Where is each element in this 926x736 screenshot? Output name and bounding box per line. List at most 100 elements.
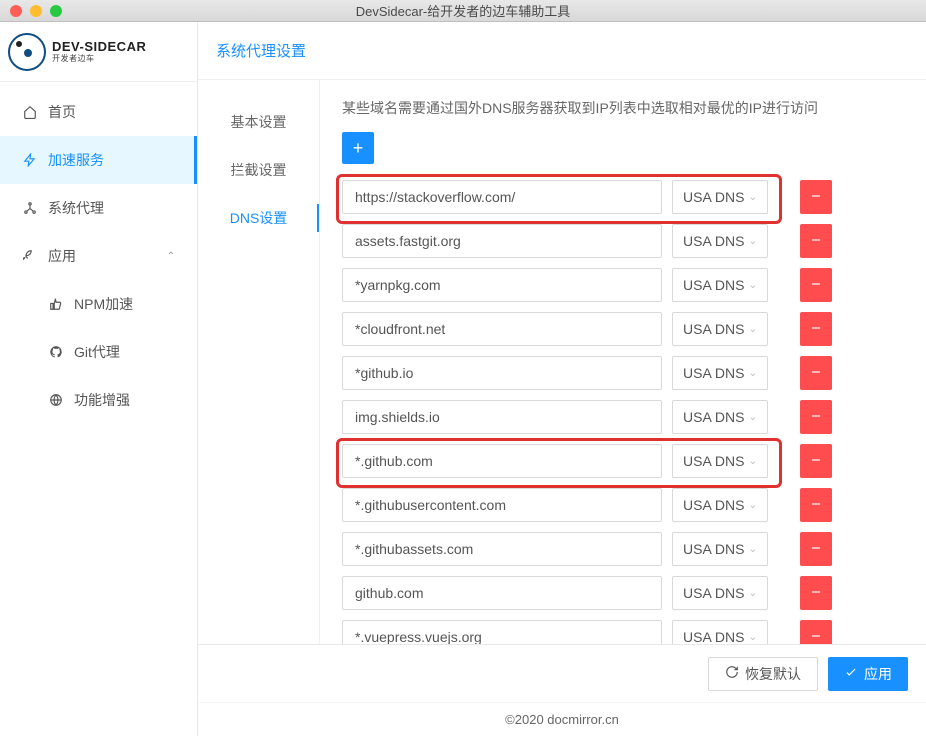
close-icon[interactable] <box>10 5 22 17</box>
domain-input[interactable] <box>342 356 662 390</box>
tab-basic[interactable]: 基本设置 <box>198 98 319 146</box>
delete-button[interactable] <box>800 224 832 258</box>
dns-select-label: USA DNS <box>683 453 744 469</box>
tab-intercept[interactable]: 拦截设置 <box>198 146 319 194</box>
add-button[interactable]: + <box>342 132 374 164</box>
dns-select-label: USA DNS <box>683 365 744 381</box>
minus-icon <box>809 541 823 558</box>
nav-enhance[interactable]: 功能增强 <box>0 376 197 424</box>
dns-select-label: USA DNS <box>683 629 744 644</box>
nav-label: 系统代理 <box>48 198 104 218</box>
nav-npm[interactable]: NPM加速 <box>0 280 197 328</box>
domain-input[interactable] <box>342 488 662 522</box>
domain-input[interactable] <box>342 576 662 610</box>
domain-input[interactable] <box>342 224 662 258</box>
delete-button[interactable] <box>800 180 832 214</box>
nav-home[interactable]: 首页 <box>0 88 197 136</box>
domain-input[interactable] <box>342 620 662 644</box>
chevron-down-icon: ⌄ <box>749 588 757 599</box>
delete-button[interactable] <box>800 312 832 346</box>
minimize-icon[interactable] <box>30 5 42 17</box>
minus-icon <box>809 585 823 602</box>
delete-button[interactable] <box>800 268 832 302</box>
domain-input[interactable] <box>342 268 662 302</box>
minus-icon <box>809 629 823 645</box>
nav-accel[interactable]: 加速服务 <box>0 136 197 184</box>
delete-button[interactable] <box>800 576 832 610</box>
rocket-icon <box>22 249 38 263</box>
footer-bar: 恢复默认 应用 <box>198 644 926 702</box>
thumbs-up-icon <box>48 297 64 311</box>
tab-dns[interactable]: DNS设置 <box>198 194 319 242</box>
delete-button[interactable] <box>800 356 832 390</box>
delete-button[interactable] <box>800 620 832 644</box>
page-title: 系统代理设置 <box>198 22 926 80</box>
delete-button[interactable] <box>800 488 832 522</box>
domain-input[interactable] <box>342 180 662 214</box>
minus-icon <box>809 409 823 426</box>
delete-button[interactable] <box>800 532 832 566</box>
minus-icon <box>809 277 823 294</box>
dns-select[interactable]: USA DNS⌄ <box>672 268 768 302</box>
nav-label: 加速服务 <box>48 150 104 170</box>
reset-button[interactable]: 恢复默认 <box>708 657 818 691</box>
minus-icon <box>809 365 823 382</box>
nav-label: NPM加速 <box>74 294 133 314</box>
dns-select-label: USA DNS <box>683 585 744 601</box>
maximize-icon[interactable] <box>50 5 62 17</box>
domain-input[interactable] <box>342 312 662 346</box>
dns-select[interactable]: USA DNS⌄ <box>672 620 768 644</box>
chevron-down-icon: ⌄ <box>749 412 757 423</box>
minus-icon <box>809 321 823 338</box>
minus-icon <box>809 453 823 470</box>
nav-git[interactable]: Git代理 <box>0 328 197 376</box>
apply-button[interactable]: 应用 <box>828 657 908 691</box>
chevron-up-icon: ⌃ <box>167 251 175 262</box>
nav-label: 首页 <box>48 102 76 122</box>
dns-select[interactable]: USA DNS⌄ <box>672 400 768 434</box>
tabs: 基本设置 拦截设置 DNS设置 <box>198 80 320 644</box>
dns-select-label: USA DNS <box>683 321 744 337</box>
dns-select-label: USA DNS <box>683 233 744 249</box>
titlebar: DevSidecar-给开发者的边车辅助工具 <box>0 0 926 22</box>
dns-select[interactable]: USA DNS ⌄ <box>672 356 768 390</box>
dns-rows: USA DNS ⌄ USA DNS ⌄ USA DNS ⌄ USA DNS ⌄ USA DNS ⌄… <box>342 180 904 644</box>
domain-input[interactable] <box>342 400 662 434</box>
logo-icon <box>8 33 46 71</box>
dns-row: USA DNS ⌄ <box>342 356 904 390</box>
dns-select[interactable]: USA DNS⌄ <box>672 488 768 522</box>
delete-button[interactable] <box>800 444 832 478</box>
dns-row: USA DNS⌄ <box>342 180 904 214</box>
nav-apps[interactable]: 应用 ⌃ <box>0 232 197 280</box>
nav-label: 功能增强 <box>74 390 130 410</box>
dns-row: USA DNS ⌄ <box>342 576 904 610</box>
dns-row: USA DNS⌄ <box>342 400 904 434</box>
dns-select[interactable]: USA DNS⌄ <box>672 532 768 566</box>
content: 某些域名需要通过国外DNS服务器获取到IP列表中选取相对最优的IP进行访问 + … <box>320 80 926 644</box>
chevron-down-icon: ⌄ <box>749 192 757 203</box>
dns-select[interactable]: USA DNS ⌄ <box>672 576 768 610</box>
domain-input[interactable] <box>342 532 662 566</box>
apply-label: 应用 <box>864 664 892 684</box>
reload-icon <box>725 665 739 682</box>
reset-label: 恢复默认 <box>745 664 801 684</box>
dns-row: USA DNS⌄ <box>342 532 904 566</box>
traffic-lights <box>0 5 62 17</box>
dns-select[interactable]: USA DNS⌄ <box>672 224 768 258</box>
hint-text: 某些域名需要通过国外DNS服务器获取到IP列表中选取相对最优的IP进行访问 <box>342 98 904 118</box>
minus-icon <box>809 189 823 206</box>
logo-subtext: 开发者边车 <box>52 53 146 64</box>
chevron-down-icon: ⌄ <box>749 368 757 379</box>
domain-input[interactable] <box>342 444 662 478</box>
dns-row: USA DNS⌄ <box>342 224 904 258</box>
delete-button[interactable] <box>800 400 832 434</box>
copyright: ©2020 docmirror.cn <box>198 702 926 736</box>
chevron-down-icon: ⌄ <box>749 456 757 467</box>
dns-select[interactable]: USA DNS⌄ <box>672 180 768 214</box>
network-icon <box>22 201 38 215</box>
nav-proxy[interactable]: 系统代理 <box>0 184 197 232</box>
dns-select[interactable]: USA DNS⌄ <box>672 312 768 346</box>
plus-icon: + <box>353 138 364 159</box>
minus-icon <box>809 233 823 250</box>
dns-select[interactable]: USA DNS ⌄ <box>672 444 768 478</box>
